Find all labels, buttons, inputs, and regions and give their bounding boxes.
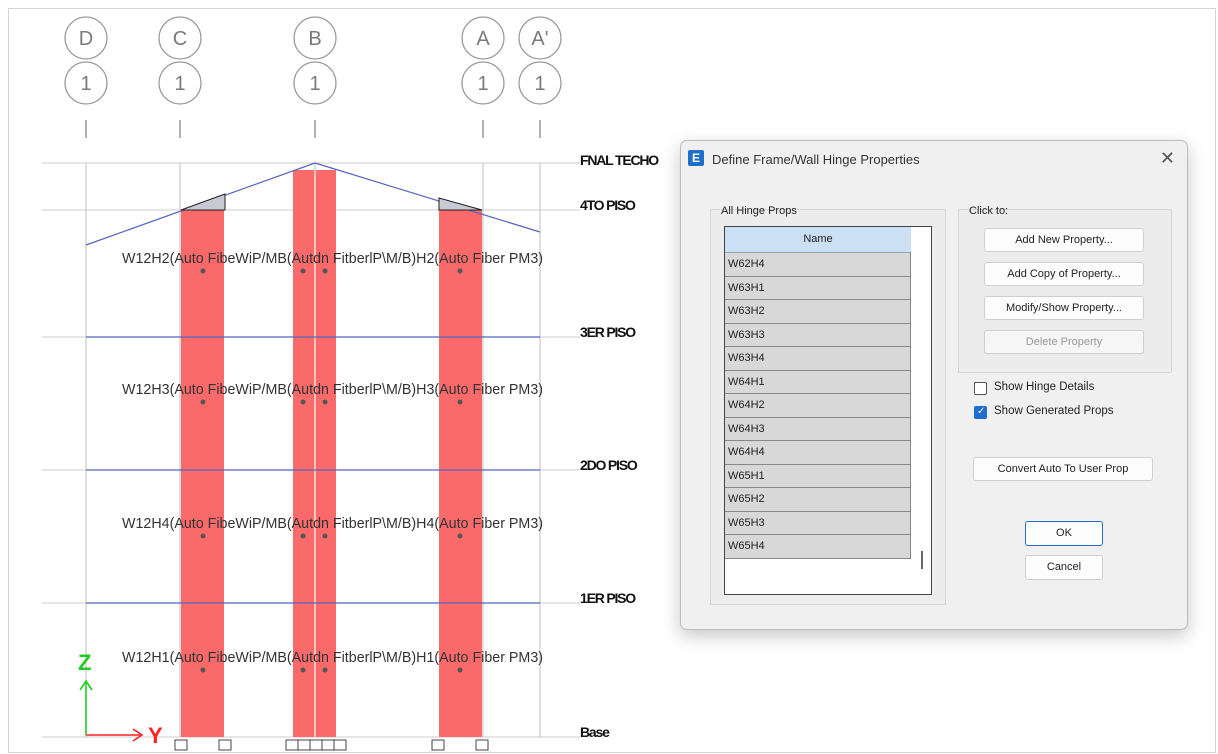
- close-icon[interactable]: ✕: [1160, 148, 1175, 169]
- list-item[interactable]: W63H4: [725, 347, 911, 371]
- story-label-2: 2DO PISO: [580, 457, 638, 473]
- list-item[interactable]: W63H2: [725, 300, 911, 324]
- grid-bubble-num-a: 1: [477, 73, 488, 95]
- modify-show-property-button[interactable]: Modify/Show Property...: [984, 296, 1144, 320]
- hinge-label-row1: W12H2(Auto FibeWiP/MB(Autdn FitberlP\M/B…: [122, 250, 543, 267]
- all-hinge-props-label: All Hinge Props: [721, 205, 797, 217]
- grid-bubble-num-d: 1: [80, 73, 91, 95]
- hinge-props-list[interactable]: Name W62H4 W63H1 W63H2 W63H3 W63H4 W64H1…: [724, 226, 932, 595]
- show-hinge-details-checkbox[interactable]: [974, 382, 987, 395]
- show-generated-props-checkbox[interactable]: [974, 406, 987, 419]
- list-item[interactable]: W65H4: [725, 535, 911, 559]
- story-label-3: 3ER PISO: [580, 324, 636, 340]
- grid-bubble-c: C: [173, 28, 187, 50]
- click-to-label: Click to:: [969, 205, 1009, 217]
- story-label-roof: FNAL TECHO: [580, 152, 659, 168]
- cancel-button[interactable]: Cancel: [1025, 555, 1103, 580]
- roof-beam-right: [314, 162, 541, 233]
- hinge-label-row2: W12H3(Auto FibeWiP/MB(Autdn FitberlP\M/B…: [122, 381, 543, 398]
- show-generated-props-label[interactable]: Show Generated Props: [994, 405, 1114, 417]
- grid-bubble-d: D: [79, 28, 93, 50]
- list-item[interactable]: W65H3: [725, 511, 911, 535]
- dialog-titlebar[interactable]: E Define Frame/Wall Hinge Properties ✕: [681, 141, 1187, 177]
- grid-bubble-a-prime: A': [531, 28, 548, 50]
- list-item[interactable]: W62H4: [725, 253, 911, 277]
- story-label-4: 4TO PISO: [580, 197, 636, 213]
- elevation-view[interactable]: D C B A A' 1 1 1 1 1 FNAL TECHO 4TO PISO…: [0, 0, 680, 754]
- list-header-name[interactable]: Name: [725, 227, 911, 253]
- list-item[interactable]: W64H3: [725, 417, 911, 441]
- ok-button[interactable]: OK: [1025, 521, 1103, 546]
- add-copy-property-button[interactable]: Add Copy of Property...: [984, 262, 1144, 286]
- hinge-label-row4: W12H1(Auto FibeWiP/MB(Autdn FitberlP\M/B…: [122, 649, 543, 666]
- y-axis-label: Y: [148, 723, 163, 748]
- story-label-1: 1ER PISO: [580, 590, 636, 606]
- grid-bubble-num-b: 1: [309, 73, 320, 95]
- list-item[interactable]: W64H2: [725, 394, 911, 418]
- grid-bubble-num-c: 1: [174, 73, 185, 95]
- list-item[interactable]: W65H1: [725, 464, 911, 488]
- add-new-property-button[interactable]: Add New Property...: [984, 228, 1144, 252]
- axis-indicator: [79, 679, 144, 742]
- list-item[interactable]: W65H2: [725, 488, 911, 512]
- list-scrollbar[interactable]: [913, 227, 931, 594]
- grid-bubble-num-a-prime: 1: [534, 73, 545, 95]
- list-item[interactable]: W63H3: [725, 323, 911, 347]
- story-label-base: Base: [580, 724, 610, 740]
- convert-auto-to-user-prop-button[interactable]: Convert Auto To User Prop: [973, 457, 1153, 481]
- z-axis-label: Z: [78, 650, 91, 675]
- show-hinge-details-label[interactable]: Show Hinge Details: [994, 381, 1094, 393]
- list-item[interactable]: W64H4: [725, 441, 911, 465]
- hinge-label-row3: W12H4(Auto FibeWiP/MB(Autdn FitberlP\M/B…: [122, 515, 543, 532]
- list-item[interactable]: W63H1: [725, 276, 911, 300]
- list-item[interactable]: W64H1: [725, 370, 911, 394]
- grid-bubble-a: A: [476, 28, 490, 50]
- scrollbar-thumb[interactable]: [921, 551, 923, 569]
- delete-property-button[interactable]: Delete Property: [984, 330, 1144, 354]
- dialog-title: Define Frame/Wall Hinge Properties: [712, 152, 920, 167]
- grid-bubble-b: B: [308, 28, 321, 50]
- etabs-app-icon: E: [688, 150, 704, 166]
- define-hinge-properties-dialog: E Define Frame/Wall Hinge Properties ✕ A…: [680, 140, 1188, 630]
